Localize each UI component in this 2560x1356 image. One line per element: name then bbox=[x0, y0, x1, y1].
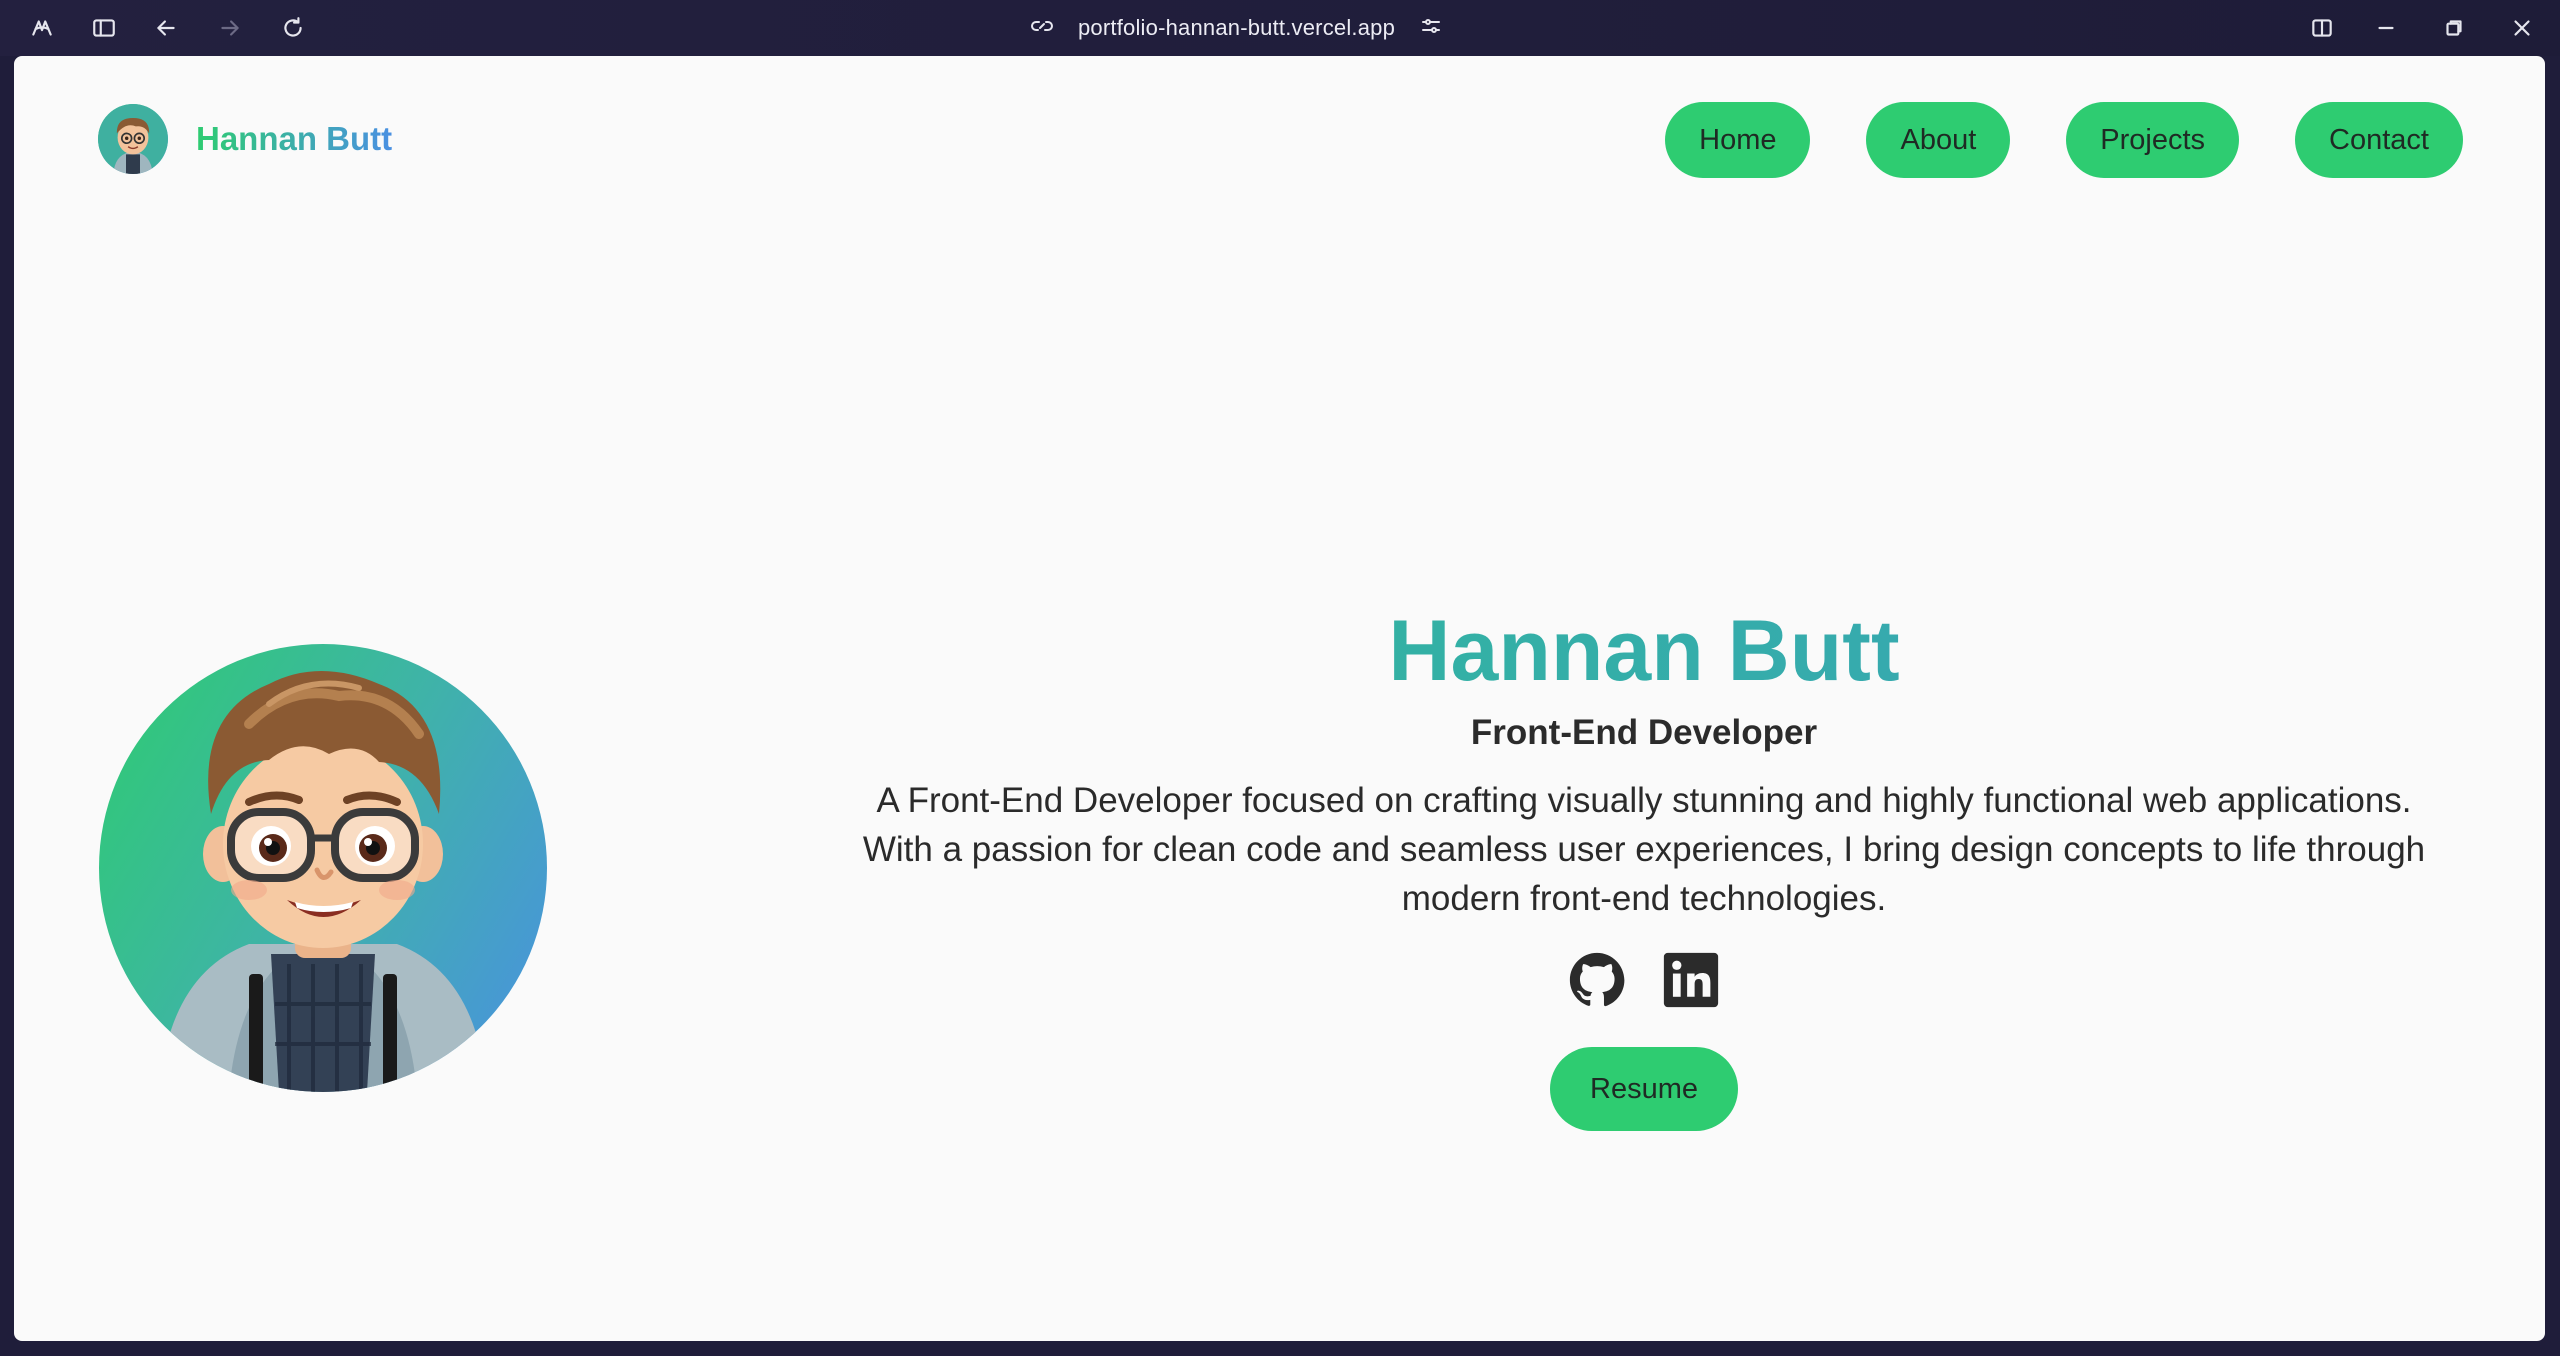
hero-role: Front-End Developer bbox=[1470, 713, 1818, 752]
back-arrow-icon[interactable] bbox=[150, 12, 182, 44]
nav-projects-button[interactable]: Projects bbox=[2066, 102, 2240, 178]
close-icon[interactable] bbox=[2506, 12, 2538, 44]
brand-avatar bbox=[98, 104, 168, 174]
social-links bbox=[834, 949, 2454, 1011]
resume-button[interactable]: Resume bbox=[1550, 1047, 1738, 1131]
hero-description: A Front-End Developer focused on craftin… bbox=[862, 781, 2426, 918]
site-settings-icon[interactable] bbox=[1419, 14, 1443, 43]
brand-name[interactable]: Hannan Butt bbox=[196, 120, 392, 158]
restore-icon[interactable] bbox=[2438, 12, 2470, 44]
sidebar-toggle-icon[interactable] bbox=[88, 12, 120, 44]
split-view-icon[interactable] bbox=[2306, 12, 2338, 44]
address-bar[interactable]: portfolio-hannan-butt.vercel.app bbox=[1030, 10, 1443, 46]
nav-home-button[interactable]: Home bbox=[1665, 102, 1811, 178]
hero-name: Hannan Butt bbox=[834, 596, 2454, 706]
main-nav: Home About Projects Contact bbox=[1665, 102, 2463, 178]
browser-logo-icon[interactable] bbox=[26, 12, 58, 44]
browser-titlebar: portfolio-hannan-butt.vercel.app bbox=[0, 0, 2560, 56]
linkedin-icon[interactable] bbox=[1660, 949, 1722, 1011]
nav-contact-button[interactable]: Contact bbox=[2295, 102, 2463, 178]
forward-arrow-icon[interactable] bbox=[214, 12, 246, 44]
brand[interactable]: Hannan Butt bbox=[98, 104, 392, 174]
hero-avatar bbox=[99, 644, 547, 1092]
url-text[interactable]: portfolio-hannan-butt.vercel.app bbox=[1078, 15, 1395, 41]
link-icon bbox=[1030, 14, 1054, 43]
hero-section: Hannan Butt Front-End Developer A Front-… bbox=[834, 596, 2454, 1131]
github-icon[interactable] bbox=[1566, 949, 1628, 1011]
site-header: Hannan Butt Home About Projects Contact bbox=[14, 56, 2545, 226]
page-viewport: Hannan Butt Home About Projects Contact bbox=[14, 56, 2545, 1341]
reload-icon[interactable] bbox=[277, 12, 309, 44]
nav-about-button[interactable]: About bbox=[1866, 102, 2011, 178]
minimize-icon[interactable] bbox=[2370, 12, 2402, 44]
